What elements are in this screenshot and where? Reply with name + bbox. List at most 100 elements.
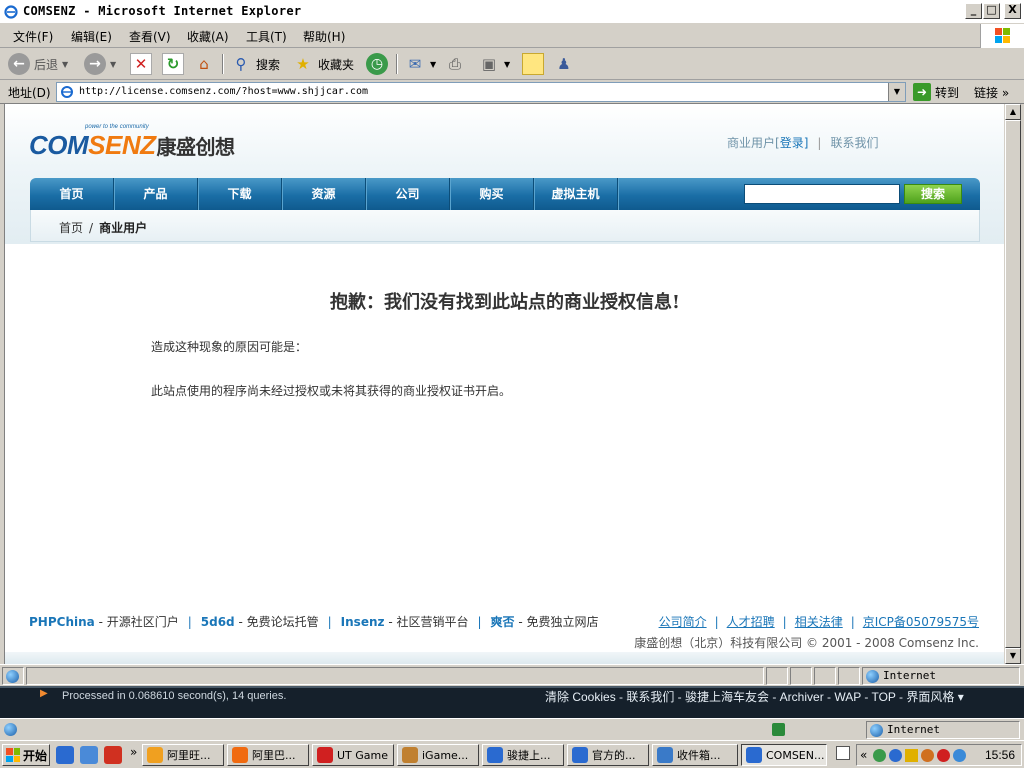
- menu-help[interactable]: 帮助(H): [303, 28, 345, 45]
- logo-brand-cn: 康盛创想: [156, 137, 236, 159]
- menu-tools[interactable]: 工具(T): [246, 28, 287, 45]
- globe-icon: [870, 724, 883, 737]
- task-alibaba[interactable]: 阿里巴...: [227, 744, 309, 766]
- nav-home[interactable]: 首页: [30, 178, 114, 210]
- menu-file[interactable]: 文件(F): [13, 28, 53, 45]
- nav-products[interactable]: 产品: [114, 178, 198, 210]
- back-button[interactable]: ← 后退 ▼: [8, 52, 68, 76]
- close-button[interactable]: X: [1004, 3, 1021, 19]
- task-inbox[interactable]: 收件箱...: [652, 744, 738, 766]
- messenger-button[interactable]: ♟: [553, 52, 575, 76]
- vertical-scrollbar[interactable]: ▲ ▼: [1004, 104, 1021, 664]
- footer-link-shuangfou[interactable]: 爽否: [491, 615, 515, 629]
- task-igame[interactable]: iGame...: [397, 744, 479, 766]
- system-tray: « 15:56: [856, 744, 1022, 766]
- edit-button[interactable]: ▣ ▼: [478, 52, 510, 76]
- standard-toolbar: ← 后退 ▼ → ▼ ✕ ↻ ⌂ ⚲ 搜索 ★ 收藏夹 ◷ ✉ ▼ ⎙ ▣ ▼ …: [0, 48, 1024, 80]
- mail-app-icon: [657, 747, 673, 763]
- history-button[interactable]: ◷: [366, 52, 388, 76]
- scroll-up-icon[interactable]: ▲: [1005, 104, 1021, 120]
- task-utgame[interactable]: UT Game: [312, 744, 394, 766]
- status-cell: [838, 667, 860, 685]
- refresh-button[interactable]: ↻: [162, 52, 184, 76]
- footer-link-about[interactable]: 公司简介: [659, 615, 707, 629]
- tray-network-icon[interactable]: [873, 749, 886, 762]
- tray-qq-icon[interactable]: [953, 749, 966, 762]
- task-aliwangwang[interactable]: 阿里旺...: [142, 744, 224, 766]
- scroll-thumb[interactable]: [1005, 120, 1021, 648]
- notes-button[interactable]: [522, 52, 544, 76]
- menu-view[interactable]: 查看(V): [129, 28, 171, 45]
- windows-logo-icon: [980, 24, 1024, 48]
- login-link[interactable]: 登录: [780, 136, 804, 150]
- igame-icon: [402, 747, 418, 763]
- background-window-status-bar: Internet: [0, 718, 1024, 740]
- footer-link-5d6d[interactable]: 5d6d: [201, 615, 235, 629]
- address-dropdown-icon[interactable]: ▼: [888, 83, 905, 101]
- links-label: 链接: [974, 86, 999, 100]
- tray-security-icon[interactable]: [937, 749, 950, 762]
- footer-link-legal[interactable]: 相关法律: [795, 615, 843, 629]
- task-junjie[interactable]: 骏捷上...: [482, 744, 564, 766]
- tray-app-icon[interactable]: [921, 749, 934, 762]
- favorites-button[interactable]: ★ 收藏夹: [292, 52, 354, 76]
- footer-link-phpchina[interactable]: PHPChina: [29, 615, 95, 629]
- menu-favorites[interactable]: 收藏(A): [187, 28, 229, 45]
- task-comsenz[interactable]: COMSEN...: [741, 744, 827, 766]
- quicklaunch-ie-icon[interactable]: [56, 746, 74, 764]
- zone-label: Internet: [887, 723, 940, 736]
- task-label: 骏捷上...: [507, 749, 551, 762]
- stop-button[interactable]: ✕: [130, 52, 152, 76]
- quicklaunch-desktop-icon[interactable]: [80, 746, 98, 764]
- menu-edit[interactable]: 编辑(E): [71, 28, 112, 45]
- nav-company[interactable]: 公司: [366, 178, 450, 210]
- footer-company-links: 公司简介 | 人才招聘 | 相关法律 | 京ICP备05079575号: [659, 613, 979, 630]
- ie-logo-icon: [4, 5, 18, 19]
- tray-warning-icon[interactable]: [905, 749, 918, 762]
- address-label: 地址(D): [8, 86, 51, 100]
- contact-us-link[interactable]: 联系我们: [830, 136, 878, 150]
- tray-expand-icon[interactable]: «: [860, 748, 867, 762]
- maximize-button[interactable]: □: [983, 3, 1000, 19]
- footer-strip: [5, 652, 1004, 664]
- home-button[interactable]: ⌂: [193, 52, 215, 76]
- page-status-icon: [6, 670, 19, 683]
- footer-link-jobs[interactable]: 人才招聘: [727, 615, 775, 629]
- edit-icon: ▣: [481, 55, 497, 73]
- breadcrumb-home[interactable]: 首页: [59, 221, 83, 235]
- forum-footer-links[interactable]: 清除 Cookies - 联系我们 - 骏捷上海车友会 - Archiver -…: [545, 688, 964, 705]
- scroll-down-icon[interactable]: ▼: [1005, 648, 1021, 664]
- print-button[interactable]: ⎙: [444, 52, 466, 76]
- window-titlebar[interactable]: COMSENZ - Microsoft Internet Explorer _ …: [0, 0, 1024, 24]
- start-button[interactable]: 开始: [2, 744, 50, 766]
- footer-desc-phpchina: - 开源社区门户: [94, 615, 179, 629]
- links-button[interactable]: 链接 »: [974, 84, 1009, 101]
- page-icon: [61, 86, 73, 98]
- footer-partner-links: PHPChina - 开源社区门户 | 5d6d - 免费论坛托管 | Insenz -…: [29, 613, 599, 630]
- minimize-button[interactable]: _: [965, 3, 982, 19]
- printer-icon: ⎙: [448, 55, 461, 73]
- address-input[interactable]: http://license.comsenz.com/?host=www.shj…: [56, 82, 906, 102]
- footer-link-insenz[interactable]: Insenz: [341, 615, 385, 629]
- quicklaunch-app-icon[interactable]: [104, 746, 122, 764]
- task-official[interactable]: 官方的...: [567, 744, 649, 766]
- keyboard-icon[interactable]: [836, 746, 850, 760]
- tray-ie-icon[interactable]: [889, 749, 902, 762]
- go-button[interactable]: ➜ 转到: [913, 83, 959, 101]
- footer-desc-insenz: - 社区营销平台: [384, 615, 469, 629]
- quicklaunch-more-icon[interactable]: »: [130, 745, 137, 759]
- nav-buy[interactable]: 购买: [450, 178, 534, 210]
- nav-virtual-host[interactable]: 虚拟主机: [534, 178, 618, 210]
- alibaba-icon: [232, 747, 248, 763]
- mail-button[interactable]: ✉ ▼: [404, 52, 436, 76]
- site-search-input[interactable]: [744, 184, 900, 204]
- search-toolbar-button[interactable]: ⚲ 搜索: [230, 52, 281, 76]
- site-search-button[interactable]: 搜索: [904, 184, 962, 204]
- forward-button[interactable]: → ▼: [84, 52, 116, 76]
- mail-dropdown-icon: ▼: [430, 59, 437, 69]
- back-arrow-icon: ←: [8, 53, 30, 75]
- nav-download[interactable]: 下载: [198, 178, 282, 210]
- utgame-icon: [317, 747, 333, 763]
- nav-resources[interactable]: 资源: [282, 178, 366, 210]
- footer-link-icp[interactable]: 京ICP备05079575号: [863, 615, 979, 629]
